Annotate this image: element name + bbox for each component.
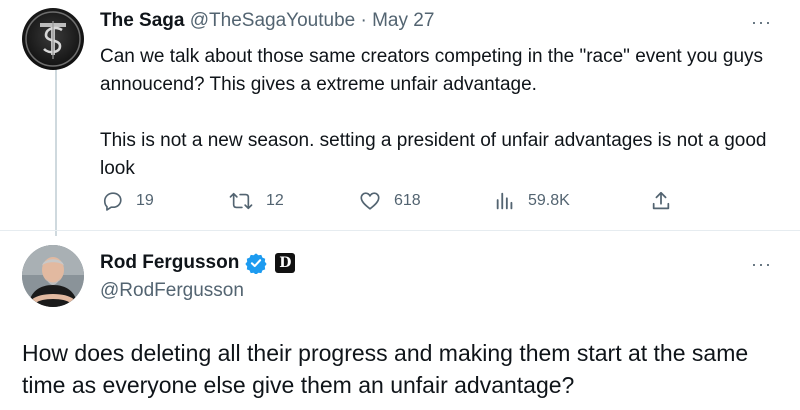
- tweet-text: Can we talk about those same creators co…: [100, 43, 790, 183]
- retweet-count: 12: [266, 192, 284, 209]
- thread-connector-line: [55, 64, 57, 236]
- heart-icon: [360, 192, 380, 210]
- verified-badge-icon[interactable]: [245, 252, 267, 274]
- views-chart-icon: [496, 192, 513, 210]
- user-handle[interactable]: @TheSagaYoutube: [190, 10, 355, 31]
- avatar[interactable]: [22, 8, 84, 70]
- view-count: 59.8K: [528, 192, 570, 209]
- share-button[interactable]: [650, 190, 684, 212]
- separator-dot: ·: [360, 10, 367, 31]
- like-count: 618: [394, 192, 421, 209]
- tweet-paragraph: This is not a new season. setting a pres…: [100, 130, 767, 179]
- tweet-the-saga[interactable]: The Saga @TheSagaYoutube · May 27 ··· Ca…: [0, 0, 800, 236]
- profile-photo-icon: [22, 245, 84, 307]
- tweet-divider: [0, 230, 800, 231]
- reply-icon: [103, 192, 122, 211]
- reply-button[interactable]: 19: [102, 190, 154, 212]
- display-name[interactable]: Rod Fergusson: [100, 252, 239, 274]
- tweet-action-bar: 19 12 618 59.8K: [102, 190, 702, 216]
- display-name-row: Rod Fergusson D: [100, 252, 296, 274]
- avatar[interactable]: [22, 245, 84, 307]
- user-handle[interactable]: @RodFergusson: [100, 280, 244, 302]
- affiliate-badge-icon[interactable]: D: [275, 253, 296, 273]
- tweet-paragraph: Can we talk about those same creators co…: [100, 46, 764, 95]
- more-options-button[interactable]: ···: [751, 12, 772, 33]
- saga-logo-icon: [25, 11, 81, 67]
- retweet-button[interactable]: 12: [228, 190, 284, 212]
- display-name[interactable]: The Saga: [100, 10, 184, 31]
- tweet-header: The Saga @TheSagaYoutube · May 27: [100, 10, 434, 32]
- views-button[interactable]: 59.8K: [494, 190, 570, 212]
- share-icon: [652, 191, 670, 210]
- more-options-button[interactable]: ···: [751, 254, 772, 275]
- like-button[interactable]: 618: [358, 190, 421, 212]
- retweet-icon: [229, 192, 253, 210]
- reply-count: 19: [136, 192, 154, 209]
- tweet-date[interactable]: May 27: [372, 10, 434, 31]
- tweet-text: How does deleting all their progress and…: [22, 340, 749, 398]
